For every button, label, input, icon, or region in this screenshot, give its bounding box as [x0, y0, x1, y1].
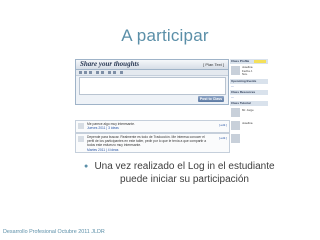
panel-header: Share your thoughts [ Plan Text ] [76, 60, 228, 70]
edit-link[interactable]: [ edit ] [219, 136, 227, 140]
editor-toolbar [76, 70, 228, 76]
list-item: Depende para buscar. Realmente es todo d… [75, 133, 230, 153]
avatar [78, 136, 84, 142]
person-name[interactable]: Mr. Jorge [242, 108, 254, 112]
sidebar-link[interactable]: — [231, 84, 234, 88]
avatar [231, 66, 240, 75]
image-icon[interactable] [101, 71, 104, 74]
app-screenshot: Share your thoughts [ Plan Text ] Post t… [72, 56, 268, 154]
avatar [231, 134, 240, 143]
avatar [78, 123, 84, 129]
slide-footer: Desarrollo Profesional Octubre 2011 JLDR [3, 229, 105, 235]
user-badge [254, 60, 266, 63]
entry-text: Depende para buscar. Realmente es todo d… [87, 135, 207, 152]
upcoming-events-header: Upcoming Events [230, 79, 268, 84]
slide: A participar Share your thoughts [ Plan … [0, 0, 320, 240]
entry-text: Me parece algo muy interesante. Jueves 2… [87, 122, 136, 131]
share-thoughts-panel: Share your thoughts [ Plan Text ] Post t… [75, 59, 229, 105]
edit-link[interactable]: [ edit ] [219, 123, 227, 127]
bullet-icon: ● [84, 163, 89, 170]
plain-text-link[interactable]: [ Plan Text ] [203, 61, 224, 68]
thought-textarea[interactable] [79, 77, 226, 95]
right-sidebar: Class Profile Josefina Fecha J. Nov. Upc… [230, 59, 268, 154]
italic-icon[interactable] [84, 71, 87, 74]
class-tutorial-header: Class Tutorial [230, 101, 268, 106]
align-icon[interactable] [113, 71, 116, 74]
person-name[interactable]: Josefina [242, 121, 252, 125]
class-resources-header: Class Resources [230, 90, 268, 95]
color-icon[interactable] [120, 71, 123, 74]
link-icon[interactable] [96, 71, 99, 74]
sidebar-link[interactable]: — [231, 95, 234, 99]
list-icon[interactable] [108, 71, 111, 74]
user-line: Nov. [242, 72, 248, 76]
bold-icon[interactable] [79, 71, 82, 74]
slide-title: A participar [121, 26, 209, 45]
slide-caption: Una vez realizado el Log in el estudiant… [94, 161, 275, 185]
profile-header: Class Profile [230, 59, 268, 64]
panel-title: Share your thoughts [80, 60, 140, 68]
post-to-class-button[interactable]: Post to Class [198, 96, 224, 102]
avatar [231, 121, 240, 130]
list-item: Me parece algo muy interesante. Jueves 2… [75, 120, 230, 133]
avatar [231, 108, 240, 117]
underline-icon[interactable] [89, 71, 92, 74]
